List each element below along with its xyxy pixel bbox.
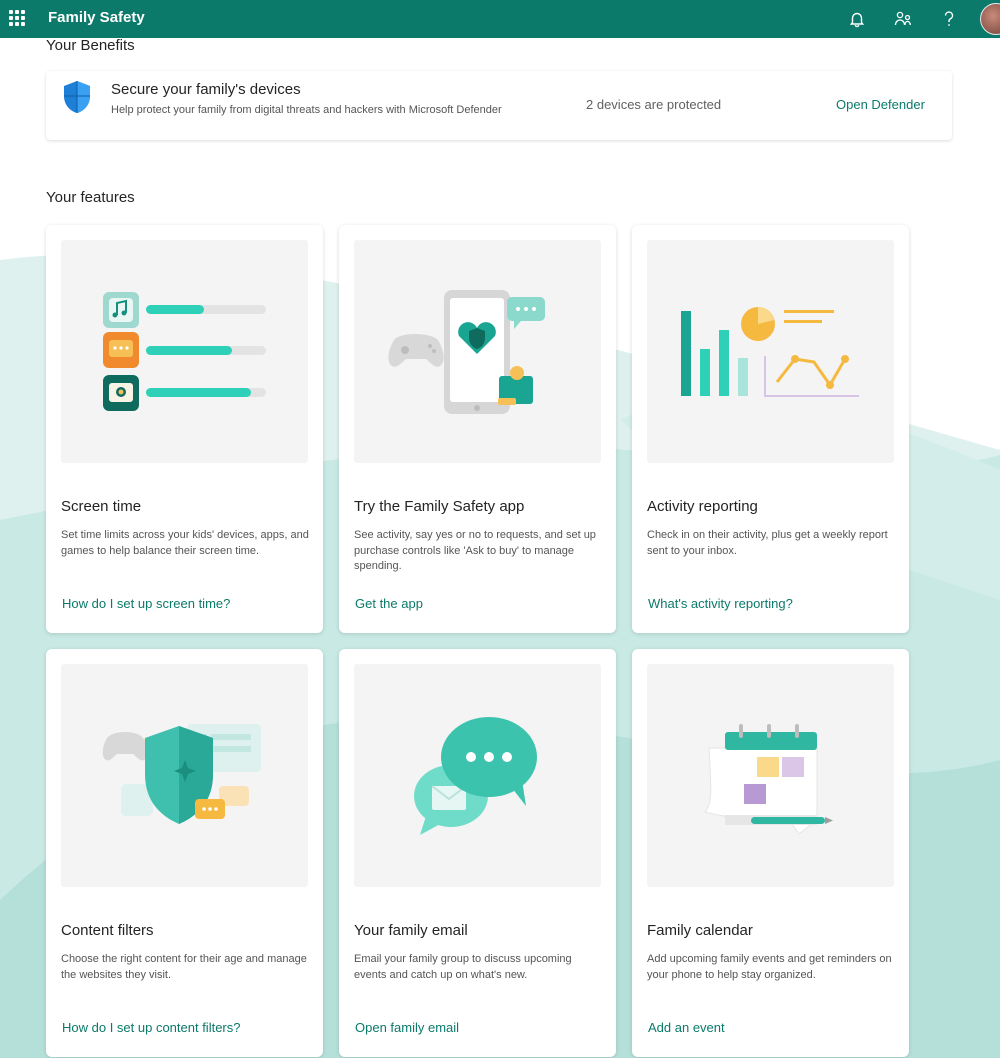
add-event-link[interactable]: Add an event xyxy=(648,1020,725,1035)
feature-card-content-filters: Content filters Choose the right content… xyxy=(46,649,323,1057)
card-description: Check in on their activity, plus get a w… xyxy=(647,529,888,557)
card-title: Content filters xyxy=(61,922,154,939)
card-description: Email your family group to discuss upcom… xyxy=(354,953,572,981)
defender-shield-icon xyxy=(64,81,90,113)
content-filters-illustration xyxy=(61,664,308,887)
help-icon[interactable] xyxy=(937,7,961,31)
waffle-menu-icon[interactable] xyxy=(9,10,25,26)
top-bar: Family Safety xyxy=(0,0,1000,38)
open-family-email-link[interactable]: Open family email xyxy=(355,1020,459,1035)
card-description: Choose the right content for their age a… xyxy=(61,953,307,981)
feature-card-family-safety-app: Try the Family Safety app See activity, … xyxy=(339,225,616,633)
family-safety-app-illustration xyxy=(354,240,601,463)
benefit-description: Help protect your family from digital th… xyxy=(111,104,502,116)
card-description: See activity, say yes or no to requests,… xyxy=(354,529,596,572)
bell-icon[interactable] xyxy=(845,7,869,31)
card-title: Try the Family Safety app xyxy=(354,498,525,515)
avatar[interactable] xyxy=(980,3,1000,35)
family-icon[interactable] xyxy=(891,7,915,31)
card-title: Family calendar xyxy=(647,922,753,939)
screen-time-link[interactable]: How do I set up screen time? xyxy=(62,596,230,611)
activity-reporting-illustration xyxy=(647,240,894,463)
card-description: Set time limits across your kids' device… xyxy=(61,529,309,557)
feature-card-screen-time: Screen time Set time limits across your … xyxy=(46,225,323,633)
card-title: Your family email xyxy=(354,922,468,939)
family-email-illustration xyxy=(354,664,601,887)
open-defender-link[interactable]: Open Defender xyxy=(836,97,925,112)
benefit-title: Secure your family's devices xyxy=(111,81,301,98)
activity-reporting-link[interactable]: What's activity reporting? xyxy=(648,596,793,611)
features-heading: Your features xyxy=(46,189,135,206)
benefits-heading: Your Benefits xyxy=(46,37,135,54)
family-calendar-illustration xyxy=(647,664,894,887)
card-title: Screen time xyxy=(61,498,142,515)
defender-benefit-card: Secure your family's devices Help protec… xyxy=(46,71,952,140)
screen-time-illustration xyxy=(61,240,308,463)
card-title: Activity reporting xyxy=(647,498,758,515)
app-title[interactable]: Family Safety xyxy=(48,9,145,26)
get-the-app-link[interactable]: Get the app xyxy=(355,596,423,611)
feature-card-family-calendar: Family calendar Add upcoming family even… xyxy=(632,649,909,1057)
feature-card-activity-reporting: Activity reporting Check in on their act… xyxy=(632,225,909,633)
feature-card-family-email: Your family email Email your family grou… xyxy=(339,649,616,1057)
card-description: Add upcoming family events and get remin… xyxy=(647,953,892,981)
content-filters-link[interactable]: How do I set up content filters? xyxy=(62,1020,240,1035)
benefit-status: 2 devices are protected xyxy=(586,97,722,112)
